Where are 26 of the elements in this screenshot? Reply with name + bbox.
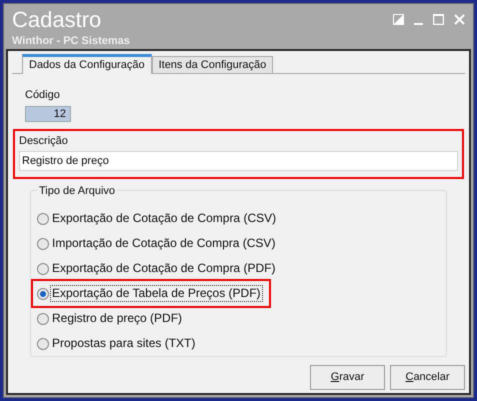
field-label: Código (25, 88, 61, 103)
radio-button[interactable] (37, 288, 49, 300)
dialog-button[interactable]: Gravar (310, 365, 385, 390)
radio-button[interactable] (37, 312, 49, 324)
maximize-icon[interactable] (433, 14, 444, 25)
radio-button[interactable] (37, 238, 49, 250)
tab[interactable]: Itens da Configuração (152, 56, 274, 73)
radio-label[interactable]: Exportação de Tabela de Preços (PDF) (50, 285, 263, 302)
window-subtitle: Winthor - PC Sistemas (12, 34, 130, 48)
radio-button[interactable] (37, 338, 49, 350)
window-title: Cadastro (12, 8, 102, 32)
code-field[interactable]: 12 (25, 106, 71, 122)
dialog-button[interactable]: Cancelar (390, 365, 465, 390)
radio-label[interactable]: Registro de preço (PDF) (50, 310, 184, 327)
field-label: Descrição (19, 134, 69, 148)
radio-label[interactable]: Exportação de Cotação de Compra (CSV) (50, 210, 278, 227)
close-icon[interactable] (454, 14, 465, 25)
radio-button[interactable] (37, 262, 49, 274)
description-field[interactable]: Registro de preço (19, 151, 458, 171)
radio-label[interactable]: Propostas para sites (TXT) (50, 335, 198, 352)
radio-label[interactable]: Exportação de Cotação de Compra (PDF) (50, 260, 278, 277)
radio-button[interactable] (37, 212, 49, 224)
group-title: Tipo de Arquivo (37, 185, 118, 198)
tab[interactable]: Dados da Configuração (22, 54, 152, 74)
restore-icon[interactable] (393, 14, 404, 25)
radio-label[interactable]: Importação de Cotação de Compra (CSV) (50, 235, 278, 252)
